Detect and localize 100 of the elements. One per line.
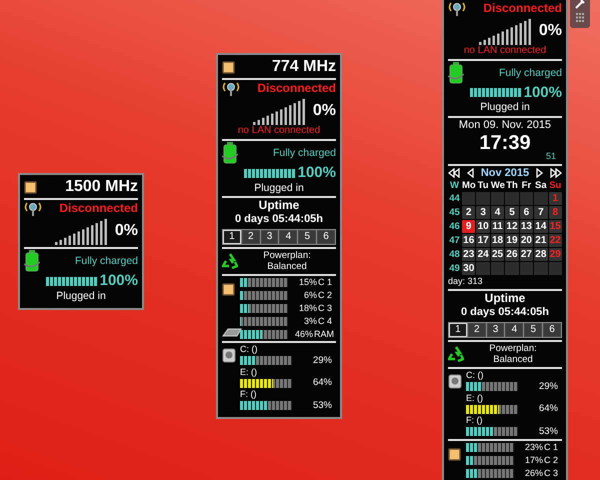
week-number: 44 (448, 193, 461, 204)
date-text: Mon 09. Nov. 2015 (458, 118, 552, 132)
tab[interactable]: 6 (317, 230, 335, 244)
calendar-day[interactable]: 14 (534, 220, 548, 234)
double-arrow-icon[interactable] (448, 168, 460, 178)
progress-bar (470, 88, 522, 98)
tab[interactable]: 4 (505, 322, 524, 337)
antenna-icon (24, 201, 42, 218)
drive-usage: 53% (538, 426, 559, 438)
tab[interactable]: 2 (468, 322, 486, 337)
calendar-day[interactable]: 19 (505, 234, 519, 248)
calendar-day[interactable]: 10 (476, 220, 490, 234)
progress-bar (240, 316, 288, 326)
clock-time: 17:39 (479, 132, 531, 156)
progress-bar (466, 382, 518, 392)
month-title: Nov 2015 (480, 166, 530, 180)
core-label: C 3 (318, 303, 334, 314)
uptime-value: 0 days 05:44:05h (460, 306, 550, 319)
calendar-day[interactable]: 5 (505, 206, 519, 220)
calendar-day[interactable]: 13 (520, 220, 534, 234)
calendar-day[interactable]: 4 (490, 206, 504, 220)
tab[interactable]: 4 (279, 230, 298, 244)
clock-seconds: 51 (546, 151, 556, 162)
calendar-day[interactable]: 11 (490, 220, 504, 234)
week-number: 49 (448, 263, 461, 274)
core-label: C 2 (318, 290, 334, 302)
arrow-icon[interactable] (466, 168, 474, 178)
week-number: 48 (448, 249, 461, 260)
calendar-day[interactable]: 27 (520, 248, 534, 262)
recycle-icon (222, 253, 238, 270)
battery-percent: 100% (298, 164, 336, 182)
tab[interactable]: 6 (543, 322, 561, 337)
ram-label: RAM (314, 328, 335, 340)
weekday-header: Fr (520, 180, 532, 192)
tab[interactable]: 1 (449, 322, 467, 337)
calendar-day[interactable]: 23 (462, 248, 476, 262)
usage-percent: 18% (298, 303, 317, 314)
calendar-day[interactable]: 9 (462, 220, 476, 234)
hard-drive-icon (222, 348, 236, 364)
core-label: C 1 (318, 277, 334, 288)
calendar-day[interactable]: 3 (476, 206, 490, 220)
core-label: C 3 (544, 468, 560, 478)
battery-icon (24, 250, 40, 272)
weekday-header: Mo (462, 180, 476, 192)
battery-status: Fully charged (272, 147, 336, 160)
calendar-day[interactable]: 24 (476, 248, 490, 262)
power-source: Plugged in (254, 182, 304, 194)
hard-drive-icon (448, 374, 462, 390)
week-number: 45 (448, 207, 461, 218)
tab[interactable]: 3 (486, 322, 504, 337)
calendar-day[interactable]: 6 (520, 206, 534, 220)
usage-percent: 6% (302, 290, 317, 302)
calendar-day[interactable]: 2 (462, 206, 476, 220)
wrench-icon[interactable] (574, 0, 586, 10)
tab[interactable]: 5 (524, 322, 542, 337)
calendar-day[interactable]: 12 (505, 220, 519, 234)
progress-bar (240, 330, 288, 339)
calendar-day[interactable]: 26 (505, 248, 519, 262)
calendar-day[interactable]: 28 (534, 248, 548, 262)
network-usage: 0% (538, 22, 562, 40)
calendar-day[interactable]: 30 (462, 262, 476, 276)
double-arrow-icon[interactable] (550, 168, 562, 178)
power-source: Plugged in (480, 101, 530, 114)
usage-percent: 46% (294, 328, 313, 340)
calendar-day[interactable]: 21 (534, 234, 548, 248)
power-source: Plugged in (56, 290, 106, 302)
progress-bar (46, 276, 98, 286)
tab[interactable]: 3 (260, 230, 278, 244)
battery-icon (448, 62, 464, 84)
drive-usage: 64% (312, 377, 333, 389)
network-usage: 0% (114, 222, 138, 241)
calendar-day[interactable]: 20 (520, 234, 534, 248)
progress-bar (466, 426, 518, 436)
powerplan-label: Powerplan: (263, 250, 311, 262)
drive-usage: 29% (538, 381, 559, 393)
drive-label: C: () (240, 344, 258, 356)
lan-status: no LAN connected (238, 125, 320, 138)
usage-percent: 15% (298, 277, 317, 288)
drive-usage: 53% (312, 400, 333, 411)
calendar-day[interactable]: 17 (476, 234, 490, 248)
drive-label: F: () (466, 414, 484, 426)
progress-bar (240, 291, 288, 300)
recycle-icon (448, 346, 464, 362)
antenna-icon (448, 1, 466, 17)
calendar-day[interactable]: 18 (490, 234, 504, 248)
day-of-year: day: 313 (448, 276, 484, 288)
weekday-header: Sa (534, 180, 548, 192)
calendar-day[interactable]: 25 (490, 248, 504, 262)
battery-percent: 100% (524, 84, 562, 102)
tab[interactable]: 1 (223, 230, 241, 244)
tab[interactable]: 5 (298, 230, 316, 244)
tab[interactable]: 2 (242, 230, 260, 244)
progress-bar (466, 456, 514, 465)
arrow-icon[interactable] (536, 168, 544, 178)
progress-bar (466, 404, 518, 414)
calendar-day[interactable]: 16 (462, 234, 476, 248)
battery-status: Fully charged (498, 66, 562, 80)
drive-usage: 64% (538, 403, 559, 415)
drag-grip-icon[interactable] (575, 12, 585, 24)
calendar-day[interactable]: 7 (534, 206, 548, 220)
